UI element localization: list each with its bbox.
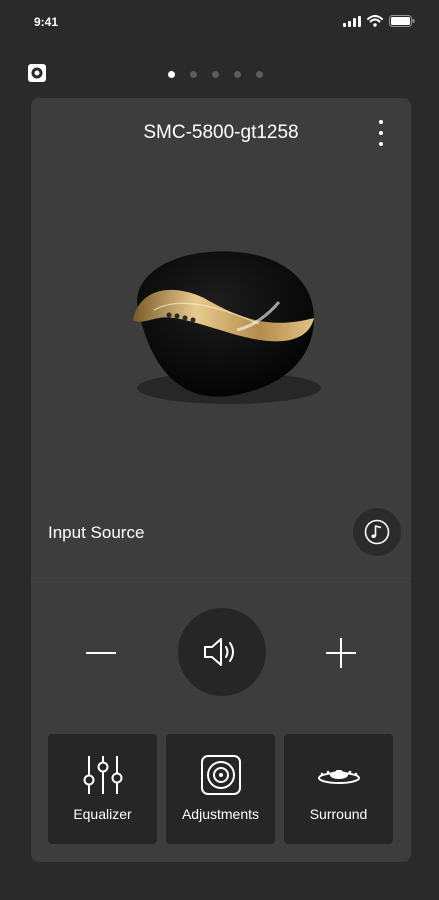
- page-dot-5[interactable]: [256, 71, 263, 78]
- music-note-icon[interactable]: [353, 508, 401, 556]
- equalizer-icon: [81, 754, 125, 796]
- surround-button[interactable]: Surround: [284, 734, 393, 844]
- page-dot-2[interactable]: [190, 71, 197, 78]
- surround-label: Surround: [309, 806, 368, 822]
- speaker-adjust-icon: [199, 754, 243, 796]
- speaker-image: [133, 251, 321, 404]
- speaker-device-icon[interactable]: [27, 63, 47, 83]
- more-vertical-icon[interactable]: [373, 120, 389, 146]
- plus-icon[interactable]: [321, 638, 361, 668]
- page-dot-3[interactable]: [212, 71, 219, 78]
- signal-icon: [343, 15, 361, 27]
- page-indicator[interactable]: [168, 71, 263, 78]
- equalizer-button[interactable]: Equalizer: [48, 734, 157, 844]
- equalizer-label: Equalizer: [73, 806, 132, 822]
- minus-icon[interactable]: [81, 638, 121, 668]
- device-card: SMC-5800-gt1258 Input Source Equalizer A…: [31, 98, 411, 862]
- input-source-label: Input Source: [48, 523, 145, 542]
- feature-buttons: Equalizer Adjustments Surround: [48, 734, 393, 844]
- page-dot-4[interactable]: [234, 71, 241, 78]
- status-bar: 9:41: [0, 0, 439, 46]
- adjustments-label: Adjustments: [181, 806, 260, 822]
- surround-icon: [317, 754, 361, 796]
- page-dot-1[interactable]: [168, 71, 175, 78]
- adjustments-button[interactable]: Adjustments: [166, 734, 275, 844]
- device-name: SMC-5800-gt1258: [143, 122, 299, 143]
- input-source-row[interactable]: Input Source: [31, 508, 411, 579]
- battery-icon: [389, 15, 415, 27]
- wifi-icon: [367, 15, 383, 27]
- volume-controls: [31, 608, 411, 698]
- status-icons: [343, 15, 415, 27]
- status-time: 9:41: [34, 15, 59, 29]
- volume-icon[interactable]: [178, 608, 266, 696]
